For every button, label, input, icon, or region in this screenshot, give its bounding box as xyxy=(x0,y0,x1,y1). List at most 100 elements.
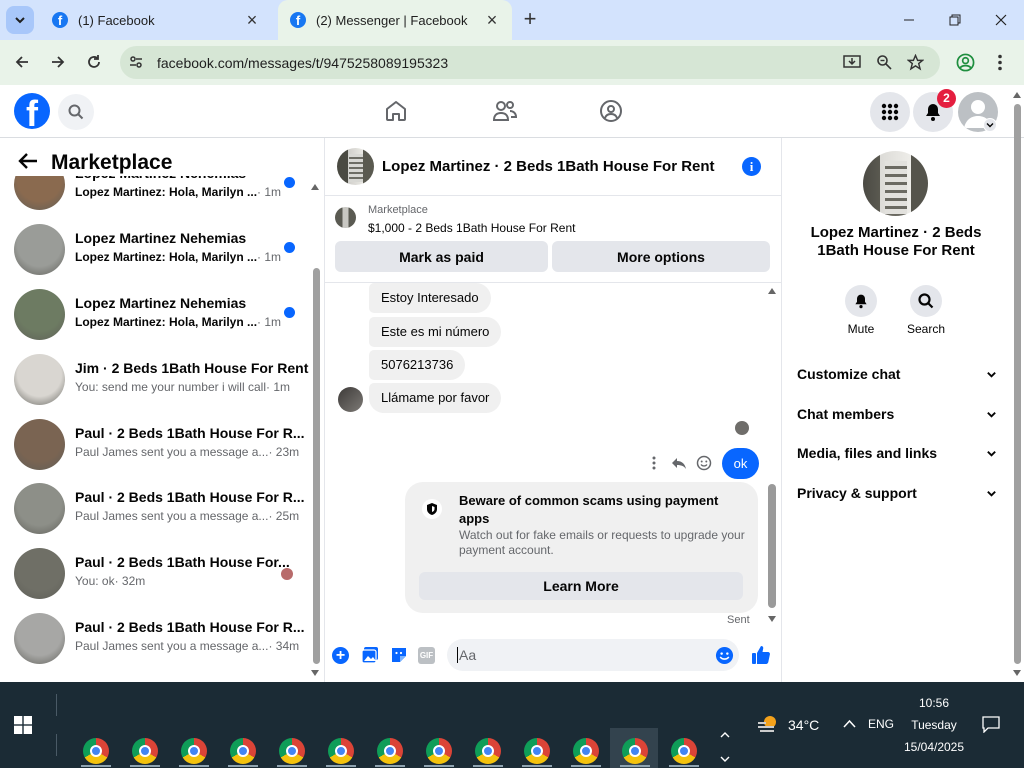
menu-button[interactable] xyxy=(870,92,910,132)
chrome-taskbar-icon[interactable] xyxy=(83,738,109,764)
chrome-taskbar-icon[interactable] xyxy=(328,738,354,764)
tab-facebook[interactable]: f (1) Facebook × xyxy=(40,0,272,40)
received-message[interactable]: Este es mi número xyxy=(369,317,502,347)
nav-groups-button[interactable] xyxy=(599,99,623,123)
received-message[interactable]: Estoy Interesado xyxy=(369,283,491,313)
install-app-icon[interactable] xyxy=(843,54,861,70)
preview-text: Lopez Martinez: Hola, Marilyn ... xyxy=(75,315,258,329)
page-scrollbar-thumb[interactable] xyxy=(1014,104,1021,664)
tab-messenger[interactable]: f (2) Messenger | Facebook × xyxy=(278,0,512,40)
chrome-taskbar-icon[interactable] xyxy=(132,738,158,764)
zoom-icon[interactable] xyxy=(876,54,892,70)
url-text: facebook.com/messages/t/9475258089195323 xyxy=(157,55,449,71)
page-scroll-up[interactable] xyxy=(1013,92,1021,98)
back-button[interactable] xyxy=(6,46,38,78)
conversation-row[interactable]: Paul · 2 Beds 1Bath House For... You: ok·… xyxy=(0,542,310,606)
chat-info-button[interactable]: i xyxy=(742,157,761,176)
chat-header-title[interactable]: Lopez Martinez · 2 Beds 1Bath House For … xyxy=(382,158,715,175)
mute-button[interactable] xyxy=(845,285,877,317)
minimize-button[interactable] xyxy=(886,0,932,40)
site-info-icon[interactable] xyxy=(128,54,144,70)
chrome-taskbar-icon[interactable] xyxy=(230,738,256,764)
list-scrollbar-thumb[interactable] xyxy=(313,268,320,664)
chrome-taskbar-icon[interactable] xyxy=(573,738,599,764)
reload-button[interactable] xyxy=(78,46,110,78)
chrome-taskbar-icon[interactable] xyxy=(181,738,207,764)
list-scroll-down[interactable] xyxy=(311,670,319,676)
conversation-row[interactable]: Jim · 2 Beds 1Bath House For Rent You: se… xyxy=(0,348,310,412)
chrome-taskbar-icon[interactable] xyxy=(475,738,501,764)
profile-icon[interactable] xyxy=(956,53,975,72)
start-button[interactable] xyxy=(14,716,32,734)
nav-friends-button[interactable] xyxy=(492,99,518,123)
conversation-row[interactable]: Lopez Martinez Nehemias Lopez Martinez: H… xyxy=(0,218,310,282)
running-indicator xyxy=(473,765,503,767)
new-tab-button[interactable]: + xyxy=(518,8,542,32)
photo-icon[interactable] xyxy=(361,646,379,664)
language-indicator[interactable]: ENG xyxy=(868,717,894,731)
section-privacy-support[interactable]: Privacy & support xyxy=(797,485,997,501)
close-window-button[interactable] xyxy=(978,0,1024,40)
clock-date[interactable]: 15/04/2025 xyxy=(898,740,970,754)
sticker-icon[interactable] xyxy=(390,646,408,664)
sent-message[interactable]: ok xyxy=(722,448,759,479)
more-options-button[interactable]: More options xyxy=(552,241,770,272)
chat-header-avatar[interactable] xyxy=(337,148,374,185)
section-media-files-links[interactable]: Media, files and links xyxy=(797,445,997,461)
facebook-logo[interactable]: f xyxy=(14,93,50,129)
mark-as-paid-button[interactable]: Mark as paid xyxy=(335,241,548,272)
message-more-icon[interactable] xyxy=(651,456,657,470)
chevron-down-icon xyxy=(987,491,996,497)
chrome-taskbar-icon[interactable] xyxy=(426,738,452,764)
browser-menu-icon[interactable] xyxy=(997,54,1003,71)
more-actions-button[interactable]: + xyxy=(332,647,349,664)
chrome-taskbar-icon[interactable] xyxy=(524,738,550,764)
back-arrow-icon[interactable] xyxy=(18,152,38,170)
sender-avatar[interactable] xyxy=(338,387,363,412)
like-icon[interactable] xyxy=(751,645,771,665)
conversation-name: Lopez Martinez Nehemias xyxy=(75,176,246,181)
forward-button[interactable] xyxy=(42,46,74,78)
tray-expand-icon[interactable] xyxy=(843,719,856,728)
preview-text: You: send me your number i will call xyxy=(75,380,266,394)
chat-scroll-down[interactable] xyxy=(768,616,776,622)
chat-scroll-up[interactable] xyxy=(768,288,776,294)
chrome-taskbar-icon[interactable] xyxy=(377,738,403,764)
close-tab-icon[interactable]: × xyxy=(482,10,502,31)
react-emoji-icon[interactable] xyxy=(696,455,712,471)
notification-center-icon[interactable] xyxy=(982,716,1000,733)
clock-time[interactable]: 10:56 xyxy=(908,696,960,710)
learn-more-button[interactable]: Learn More xyxy=(419,572,743,600)
close-tab-icon[interactable]: × xyxy=(242,10,262,31)
chrome-taskbar-icon[interactable] xyxy=(671,738,697,764)
chrome-taskbar-icon[interactable] xyxy=(279,738,305,764)
clock-day[interactable]: Tuesday xyxy=(900,718,968,732)
gif-button[interactable]: GIF xyxy=(418,647,435,664)
message-input[interactable]: Aa xyxy=(447,639,739,671)
reply-icon[interactable] xyxy=(671,456,687,470)
tab-search-button[interactable] xyxy=(6,6,34,34)
section-chat-members[interactable]: Chat members xyxy=(797,406,997,422)
weather-icon[interactable] xyxy=(757,713,781,735)
search-in-chat-button[interactable] xyxy=(910,285,942,317)
received-message[interactable]: Llámame por favor xyxy=(369,383,502,413)
list-scroll-up[interactable] xyxy=(311,184,319,190)
bookmark-star-icon[interactable] xyxy=(907,54,924,71)
emoji-icon[interactable] xyxy=(715,646,734,665)
received-message[interactable]: 5076213736 xyxy=(369,350,466,380)
conversation-row[interactable]: Lopez Martinez Nehemias Lopez Martinez: H… xyxy=(0,176,310,217)
page-scroll-down[interactable] xyxy=(1013,670,1021,676)
listing-summary[interactable]: $1,000 - 2 Beds 1Bath House For Rent xyxy=(368,221,575,235)
conversation-row[interactable]: Paul · 2 Beds 1Bath House For R... Paul J… xyxy=(0,607,310,671)
taskbar-scroll-arrows[interactable] xyxy=(720,730,730,764)
conversation-row[interactable]: Paul · 2 Beds 1Bath House For R... Paul J… xyxy=(0,477,310,541)
details-avatar[interactable] xyxy=(863,151,928,216)
facebook-search-button[interactable] xyxy=(58,94,94,130)
nav-home-button[interactable] xyxy=(384,99,408,123)
section-customize-chat[interactable]: Customize chat xyxy=(797,366,997,382)
restore-button[interactable] xyxy=(932,0,978,40)
chrome-taskbar-icon[interactable] xyxy=(622,738,648,764)
chat-scrollbar-thumb[interactable] xyxy=(768,484,776,608)
conversation-row[interactable]: Lopez Martinez Nehemias Lopez Martinez: H… xyxy=(0,283,310,347)
conversation-row[interactable]: Paul · 2 Beds 1Bath House For R... Paul J… xyxy=(0,413,310,477)
